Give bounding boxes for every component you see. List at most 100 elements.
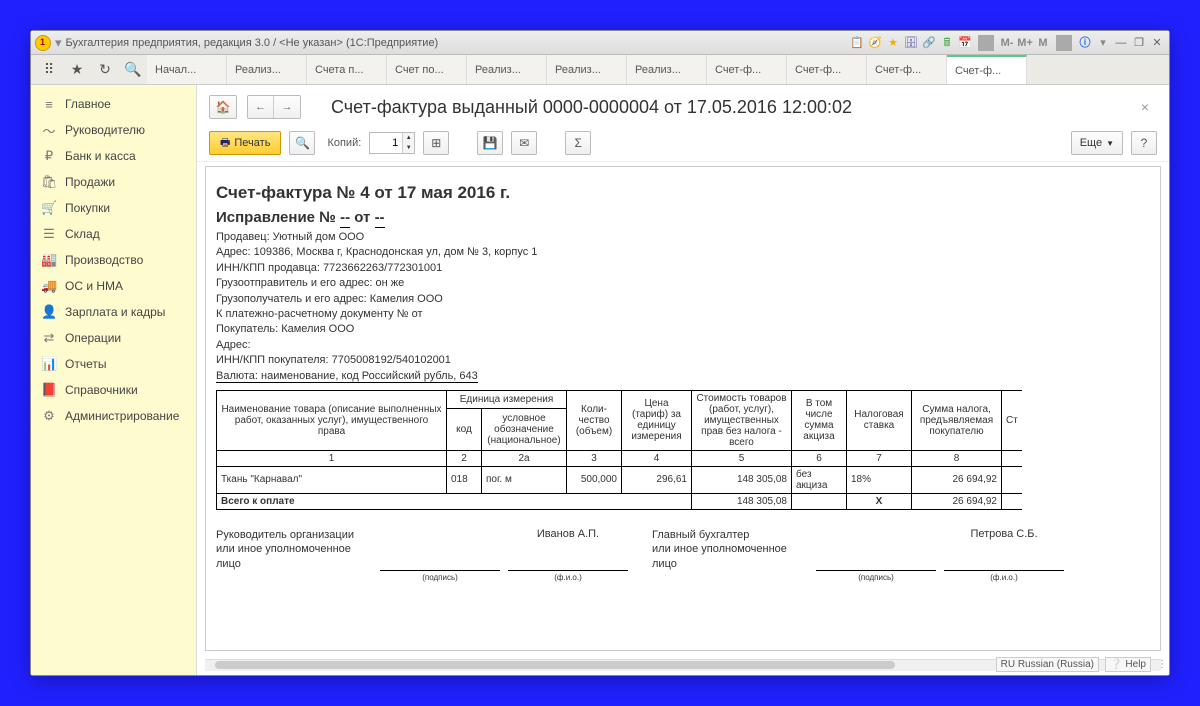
toolbar-icon[interactable]: 📋 — [849, 35, 865, 51]
consignee-line: Грузополучатель и его адрес: Камелия ООО — [216, 292, 1161, 307]
table-button[interactable]: ⊞ — [423, 131, 449, 155]
sidebar-item-reports[interactable]: 📊Отчеты — [31, 351, 196, 377]
forward-button[interactable]: → — [274, 96, 300, 118]
step-up-icon[interactable]: ▲ — [403, 133, 414, 143]
chevron-down-icon: ▼ — [1106, 139, 1114, 148]
more-button[interactable]: Еще▼ — [1071, 131, 1123, 155]
sidebar-item-operations[interactable]: ⇄Операции — [31, 325, 196, 351]
sidebar-item-manager[interactable]: 〜Руководителю — [31, 117, 196, 143]
currency-line: Валюта: наименование, код Российский руб… — [216, 369, 1161, 384]
save-button[interactable]: 💾 — [477, 131, 503, 155]
home-button[interactable]: 🏠 — [209, 95, 237, 119]
sidebar-item-production[interactable]: 🏭Производство — [31, 247, 196, 273]
tab-6[interactable]: Реализ... — [627, 55, 707, 84]
tab-2[interactable]: Счета п... — [307, 55, 387, 84]
tab-9[interactable]: Счет-ф... — [867, 55, 947, 84]
tab-4[interactable]: Реализ... — [467, 55, 547, 84]
inn-buyer-line: ИНН/КПП покупателя: 7705008192/540102001 — [216, 353, 1161, 368]
m-icon[interactable]: M — [1035, 35, 1051, 51]
tab-7[interactable]: Счет-ф... — [707, 55, 787, 84]
calendar-icon[interactable]: 📅 — [957, 35, 973, 51]
copies-stepper[interactable]: ▲▼ — [369, 132, 415, 154]
sidebar: ≡Главное 〜Руководителю ₽Банк и касса 🛍Пр… — [31, 85, 197, 675]
head-sign-line: (подпись) — [380, 528, 500, 571]
m-minus-icon[interactable]: M- — [999, 35, 1015, 51]
th-udesc: условное обозначение (национальное) — [482, 408, 567, 450]
email-button[interactable]: ✉ — [511, 131, 537, 155]
toolbar: 🖶 Печать 🔍 Копий: ▲▼ ⊞ 💾 ✉ Σ Еще▼ ? — [197, 125, 1169, 162]
th-name: Наименование товара (описание выполненны… — [217, 390, 447, 450]
close-tab-icon[interactable]: × — [1133, 95, 1157, 119]
factory-icon: 🏭 — [41, 252, 57, 268]
sidebar-item-warehouse[interactable]: ☰Склад — [31, 221, 196, 247]
close-icon[interactable]: ✕ — [1149, 35, 1165, 51]
document-area[interactable]: Счет-фактура № 4 от 17 мая 2016 г. Испра… — [205, 166, 1161, 651]
acc-sign-line: (подпись) — [816, 528, 936, 571]
inn-seller-line: ИНН/КПП продавца: 7723662263/772301001 — [216, 261, 1161, 276]
help-indicator[interactable]: ❔Help — [1105, 657, 1151, 672]
th-cut: Ст — [1002, 390, 1022, 450]
print-button[interactable]: 🖶 Печать — [209, 131, 281, 155]
app-icon — [35, 35, 51, 51]
table-row: Ткань "Карнавал" 018 пог. м 500,000 296,… — [217, 466, 1022, 493]
th-ucode: код — [447, 408, 482, 450]
address-line: Адрес: 109386, Москва г, Краснодонская у… — [216, 245, 1161, 260]
back-button[interactable]: ← — [248, 96, 274, 118]
tab-1[interactable]: Реализ... — [227, 55, 307, 84]
sidebar-item-assets[interactable]: 🚚ОС и НМА — [31, 273, 196, 299]
tab-5[interactable]: Реализ... — [547, 55, 627, 84]
info-dropdown-icon[interactable]: ▾ — [1095, 35, 1111, 51]
m-plus-icon[interactable]: M+ — [1017, 35, 1033, 51]
history-icon[interactable]: ↻ — [91, 55, 119, 84]
sum-button[interactable]: Σ — [565, 131, 591, 155]
help-button[interactable]: ? — [1131, 131, 1157, 155]
seller-line: Продавец: Уютный дом ООО — [216, 230, 1161, 245]
printer-icon: 🖶 — [220, 134, 230, 153]
th-cost: Стоимость товаров (работ, услуг), имущес… — [692, 390, 792, 450]
search-icon[interactable]: 🔍 — [119, 55, 147, 84]
tab-strip: ⠿ ★ ↻ 🔍 Начал... Реализ... Счета п... Сч… — [31, 55, 1169, 85]
maximize-icon[interactable]: ❐ — [1131, 35, 1147, 51]
apps-icon[interactable]: ⠿ — [35, 55, 63, 84]
doc-title: Счет-фактура № 4 от 17 мая 2016 г. — [216, 183, 1161, 203]
tab-0[interactable]: Начал... — [147, 55, 227, 84]
total-row: Всего к оплате 148 305,08 X 26 694,92 — [217, 493, 1022, 509]
preview-button[interactable]: 🔍 — [289, 131, 315, 155]
report-icon: 📊 — [41, 356, 57, 372]
copies-input[interactable] — [370, 133, 402, 153]
sidebar-item-admin[interactable]: ⚙Администрирование — [31, 403, 196, 429]
db-icon[interactable]: 🗄 — [903, 35, 919, 51]
cart-icon: 🛒 — [41, 200, 57, 216]
ops-icon: ⇄ — [41, 330, 57, 346]
th-excise: В том числе сумма акциза — [792, 390, 847, 450]
star-icon[interactable]: ★ — [63, 55, 91, 84]
sidebar-item-purchases[interactable]: 🛒Покупки — [31, 195, 196, 221]
sidebar-item-main[interactable]: ≡Главное — [31, 91, 196, 117]
minimize-icon[interactable]: — — [1113, 35, 1129, 51]
sidebar-item-bank[interactable]: ₽Банк и касса — [31, 143, 196, 169]
tab-8[interactable]: Счет-ф... — [787, 55, 867, 84]
acc-label: Главный бухгалтер или иное уполномоченно… — [652, 528, 812, 571]
tab-10[interactable]: Счет-ф... — [947, 55, 1027, 84]
info-icon[interactable]: ⓘ — [1077, 35, 1093, 51]
head-name: Иванов А.П.(ф.и.о.) — [508, 528, 628, 571]
person-icon: 👤 — [41, 304, 57, 320]
copies-label: Копий: — [327, 137, 361, 149]
ruble-icon: ₽ — [41, 148, 57, 164]
gear-icon: ⚙ — [41, 408, 57, 424]
nav-back-forward: ← → — [247, 95, 301, 119]
sidebar-item-reference[interactable]: 📕Справочники — [31, 377, 196, 403]
tab-3[interactable]: Счет по... — [387, 55, 467, 84]
th-qty: Коли- чество (объем) — [567, 390, 622, 450]
sidebar-item-salary[interactable]: 👤Зарплата и кадры — [31, 299, 196, 325]
step-down-icon[interactable]: ▼ — [403, 143, 414, 153]
acc-name: Петрова С.Б.(ф.и.о.) — [944, 528, 1064, 571]
favorite-icon[interactable]: ★ — [885, 35, 901, 51]
sidebar-item-sales[interactable]: 🛍Продажи — [31, 169, 196, 195]
language-indicator[interactable]: RU Russian (Russia) — [996, 657, 1099, 672]
calculator-icon[interactable]: 🖩 — [939, 35, 955, 51]
resize-grip-icon[interactable]: ⋮ — [1157, 659, 1167, 670]
page-title: Счет-фактура выданный 0000-0000004 от 17… — [311, 97, 1123, 118]
toolbar-icon[interactable]: 🧭 — [867, 35, 883, 51]
link-icon[interactable]: 🔗 — [921, 35, 937, 51]
